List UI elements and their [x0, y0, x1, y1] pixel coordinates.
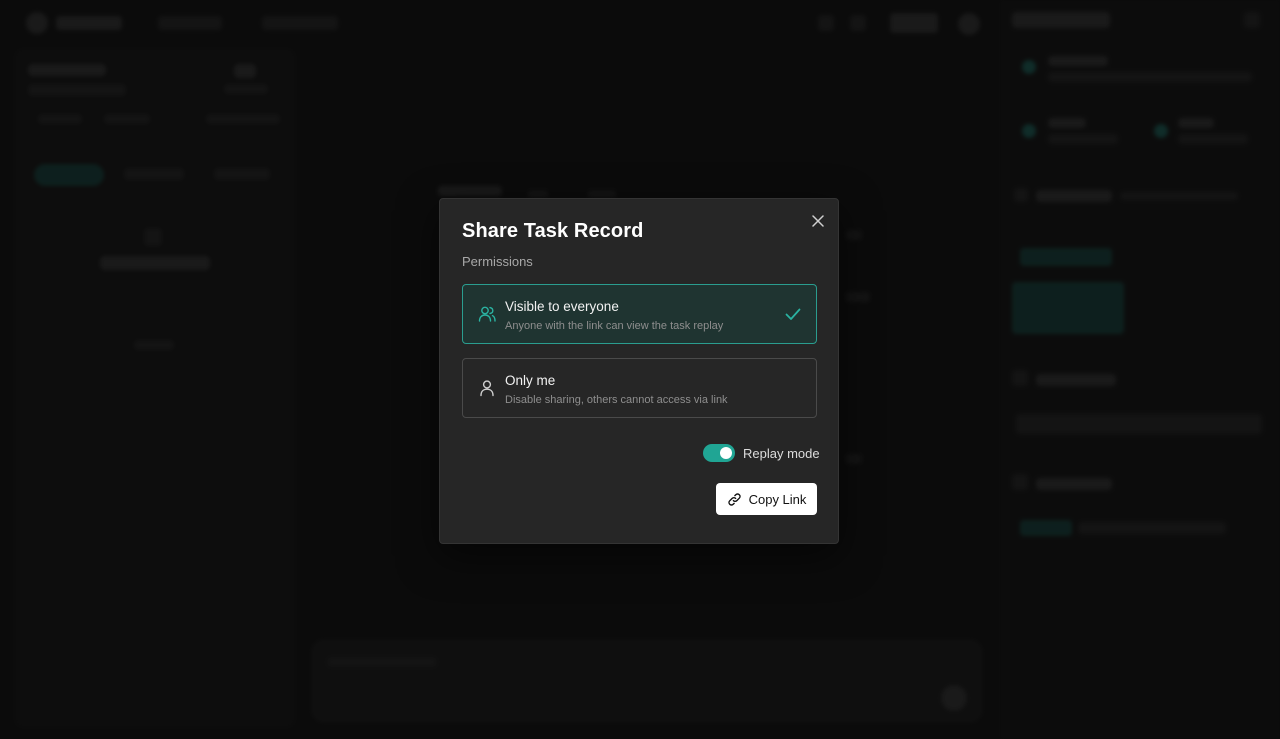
- replay-mode-row: Replay mode: [703, 443, 820, 463]
- copy-link-label: Copy Link: [748, 491, 807, 507]
- close-button[interactable]: [808, 211, 828, 231]
- replay-mode-toggle[interactable]: [703, 444, 735, 462]
- permissions-label: Permissions: [462, 254, 533, 269]
- option-description: Disable sharing, others cannot access vi…: [505, 394, 728, 406]
- link-icon: [727, 492, 741, 506]
- close-icon: [812, 215, 824, 227]
- dialog-title: Share Task Record: [462, 220, 644, 242]
- option-title: Visible to everyone: [505, 299, 619, 314]
- share-task-dialog: Share Task Record Permissions Visible to…: [439, 198, 839, 544]
- check-icon: [785, 308, 801, 320]
- toggle-knob: [720, 447, 732, 459]
- users-icon: [478, 306, 496, 322]
- permission-option-everyone[interactable]: Visible to everyone Anyone with the link…: [462, 284, 817, 344]
- option-title: Only me: [505, 373, 556, 388]
- replay-mode-label: Replay mode: [743, 445, 820, 461]
- permission-option-only-me[interactable]: Only me Disable sharing, others cannot a…: [462, 358, 817, 418]
- user-icon: [480, 380, 494, 397]
- option-description: Anyone with the link can view the task r…: [505, 320, 724, 332]
- copy-link-button[interactable]: Copy Link: [716, 483, 817, 515]
